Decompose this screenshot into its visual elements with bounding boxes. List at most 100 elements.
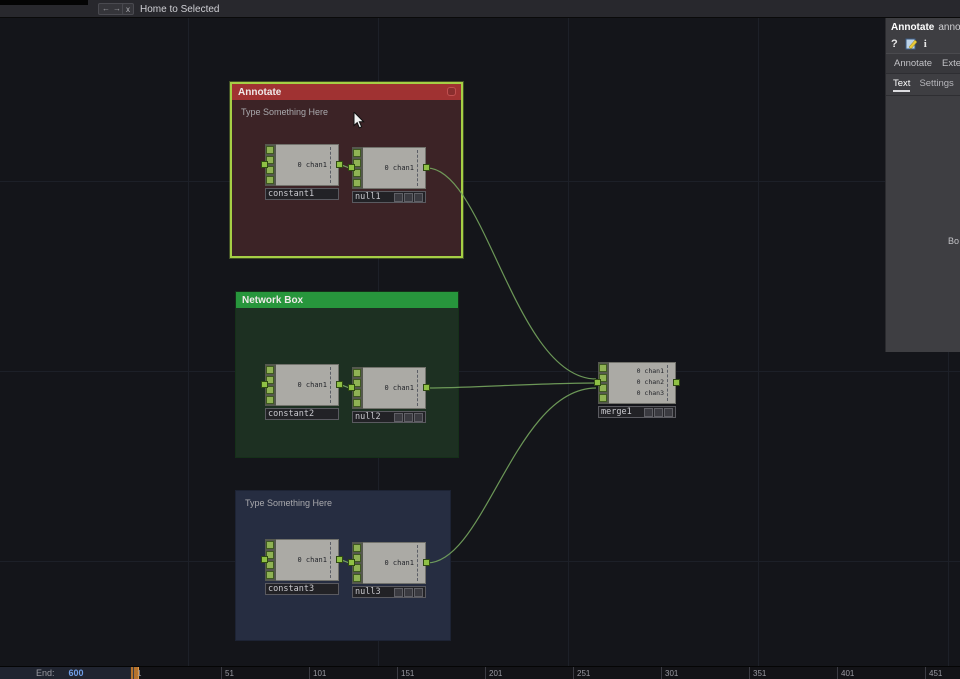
output-connector[interactable] [336,381,343,388]
node-name: null2 [355,412,381,422]
edit-note-icon[interactable] [905,38,917,50]
tab-annotate[interactable]: Annotate [894,58,932,69]
node-badges[interactable] [394,192,423,202]
gridline [0,561,960,562]
node-badge-icon[interactable] [394,587,403,597]
node-wires [339,164,597,564]
node-divider [667,365,668,401]
panel-title-row: Annotateannot [886,18,960,33]
channel-label: 0 chan2 [636,378,664,386]
info-icon[interactable]: i [924,38,927,50]
node-divider [417,150,418,186]
node-badge-icon[interactable] [404,412,413,422]
nav-back-icon[interactable]: ← [102,5,110,13]
node-null3[interactable]: 0 chan1 null3 [348,542,430,598]
input-connector[interactable] [261,556,268,563]
node-nameplate[interactable]: null2 [352,411,426,423]
panel-node-name: annot [938,22,960,33]
output-connector[interactable] [673,379,680,386]
close-button[interactable]: x [122,3,134,15]
node-null2[interactable]: 0 chan1 null2 [348,367,430,423]
clipped-parameter-label: Bo [947,236,959,246]
panel-node-type: Annotate [891,22,935,33]
node-constant3[interactable]: 0 chan1 constant3 [261,539,343,595]
gridline [188,0,189,679]
node-badge-icon[interactable] [394,192,403,202]
node-badge-icon[interactable] [644,407,653,417]
node-name: null1 [355,192,381,202]
panel-icon-row: ? i [886,33,960,53]
node-nameplate[interactable]: merge1 [598,406,676,418]
subtab-text[interactable]: Text [893,78,911,92]
history-nav[interactable]: ← → [98,3,125,15]
node-badge-icon[interactable] [664,407,673,417]
node-merge1[interactable]: 0 chan1 0 chan2 0 chan3 merge1 [594,362,680,418]
node-name: constant2 [268,409,315,419]
nav-forward-icon[interactable]: → [113,5,121,13]
network-box-header[interactable]: Network Box [236,292,458,308]
end-value[interactable]: 600 [69,668,84,678]
gridline [568,0,569,679]
output-connector[interactable] [423,384,430,391]
input-connector[interactable] [348,384,355,391]
network-editor: Annotate Type Something Here Network Box… [0,0,960,679]
frame-ruler[interactable]: 1 51 101 151 201 251 301 351 401 451 [130,667,960,679]
node-null1[interactable]: 0 chan1 null1 [348,147,430,203]
gridline [758,0,759,679]
annotate-box-header[interactable]: Annotate [232,84,461,100]
channel-label: 0 chan1 [384,559,414,567]
channel-label: 0 chan1 [384,384,414,392]
output-connector[interactable] [423,559,430,566]
node-badges[interactable] [644,407,673,417]
node-nameplate[interactable]: null1 [352,191,426,203]
node-body: 0 chan1 [276,144,339,186]
node-body: 0 chan1 0 chan2 0 chan3 [609,362,676,404]
frame-tick: 151 [397,667,414,679]
frame-tick: 1 [133,667,141,679]
panel-tabs: Annotate Exter [886,53,960,74]
node-nameplate[interactable]: constant1 [265,188,339,200]
input-connector[interactable] [261,381,268,388]
gridline [0,181,960,182]
gridline [0,371,960,372]
frame-tick: 51 [221,667,234,679]
node-constant2[interactable]: 0 chan1 constant2 [261,364,343,420]
output-connector[interactable] [423,164,430,171]
node-nameplate[interactable]: constant3 [265,583,339,595]
node-badge-icon[interactable] [414,587,423,597]
annotate-box-title: Annotate [238,86,282,98]
node-body: 0 chan1 [276,364,339,406]
node-constant1[interactable]: 0 chan1 constant1 [261,144,343,200]
node-body: 0 chan1 [276,539,339,581]
end-label: End: [36,668,55,678]
frame-tick: 301 [661,667,678,679]
network-editor-toolbar: ← → x Home to Selected [0,0,960,18]
node-nameplate[interactable]: constant2 [265,408,339,420]
input-connector[interactable] [594,379,601,386]
channel-label: 0 chan1 [636,367,664,375]
input-connector[interactable] [261,161,268,168]
channel-label: 0 chan1 [297,556,327,564]
output-connector[interactable] [336,556,343,563]
node-badges[interactable] [394,412,423,422]
annotate-note-text: Type Something Here [241,107,329,117]
node-badge-icon[interactable] [404,192,413,202]
node-badge-icon[interactable] [414,412,423,422]
node-name: constant1 [268,189,315,199]
node-badge-icon[interactable] [404,587,413,597]
help-icon[interactable]: ? [891,38,898,50]
input-connector[interactable] [348,164,355,171]
subtab-settings[interactable]: Settings [919,78,953,92]
node-badges[interactable] [394,587,423,597]
tab-external[interactable]: Exter [942,58,960,69]
node-badge-icon[interactable] [414,192,423,202]
output-connector[interactable] [336,161,343,168]
node-nameplate[interactable]: null3 [352,586,426,598]
channel-label: 0 chan1 [297,381,327,389]
pin-icon[interactable] [447,87,456,96]
node-badge-icon[interactable] [394,412,403,422]
node-badge-icon[interactable] [654,407,663,417]
input-connector[interactable] [348,559,355,566]
node-name: merge1 [601,407,632,417]
channel-labels: 0 chan1 0 chan2 0 chan3 [637,366,664,399]
